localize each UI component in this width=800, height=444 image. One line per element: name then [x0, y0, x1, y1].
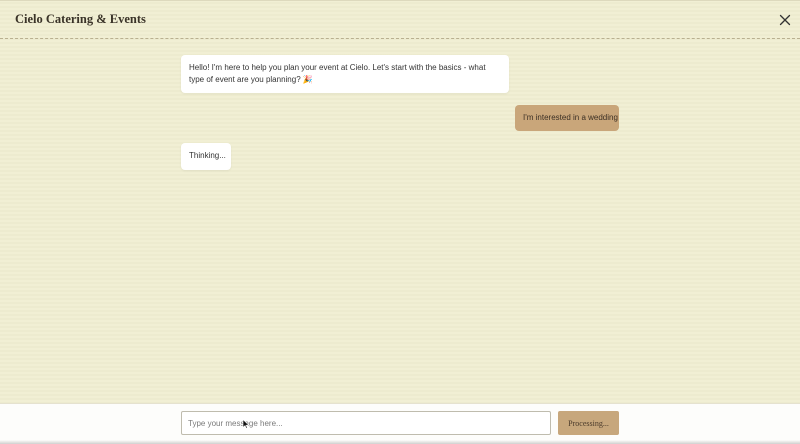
assistant-message: Hello! I'm here to help you plan your ev…	[181, 55, 509, 93]
composer: Processing...	[0, 403, 800, 444]
footer-shadow	[0, 440, 800, 444]
user-message: I'm interested in a wedding	[515, 105, 619, 131]
message-input[interactable]	[181, 411, 551, 435]
close-icon	[779, 14, 791, 26]
chat-app: Cielo Catering & Events Hello! I'm here …	[0, 0, 800, 444]
assistant-typing-message: Thinking...	[181, 143, 231, 170]
close-button[interactable]	[777, 12, 793, 28]
chat-header: Cielo Catering & Events	[0, 0, 800, 39]
brand-title: Cielo Catering & Events	[15, 12, 146, 26]
send-button[interactable]: Processing...	[558, 411, 619, 435]
